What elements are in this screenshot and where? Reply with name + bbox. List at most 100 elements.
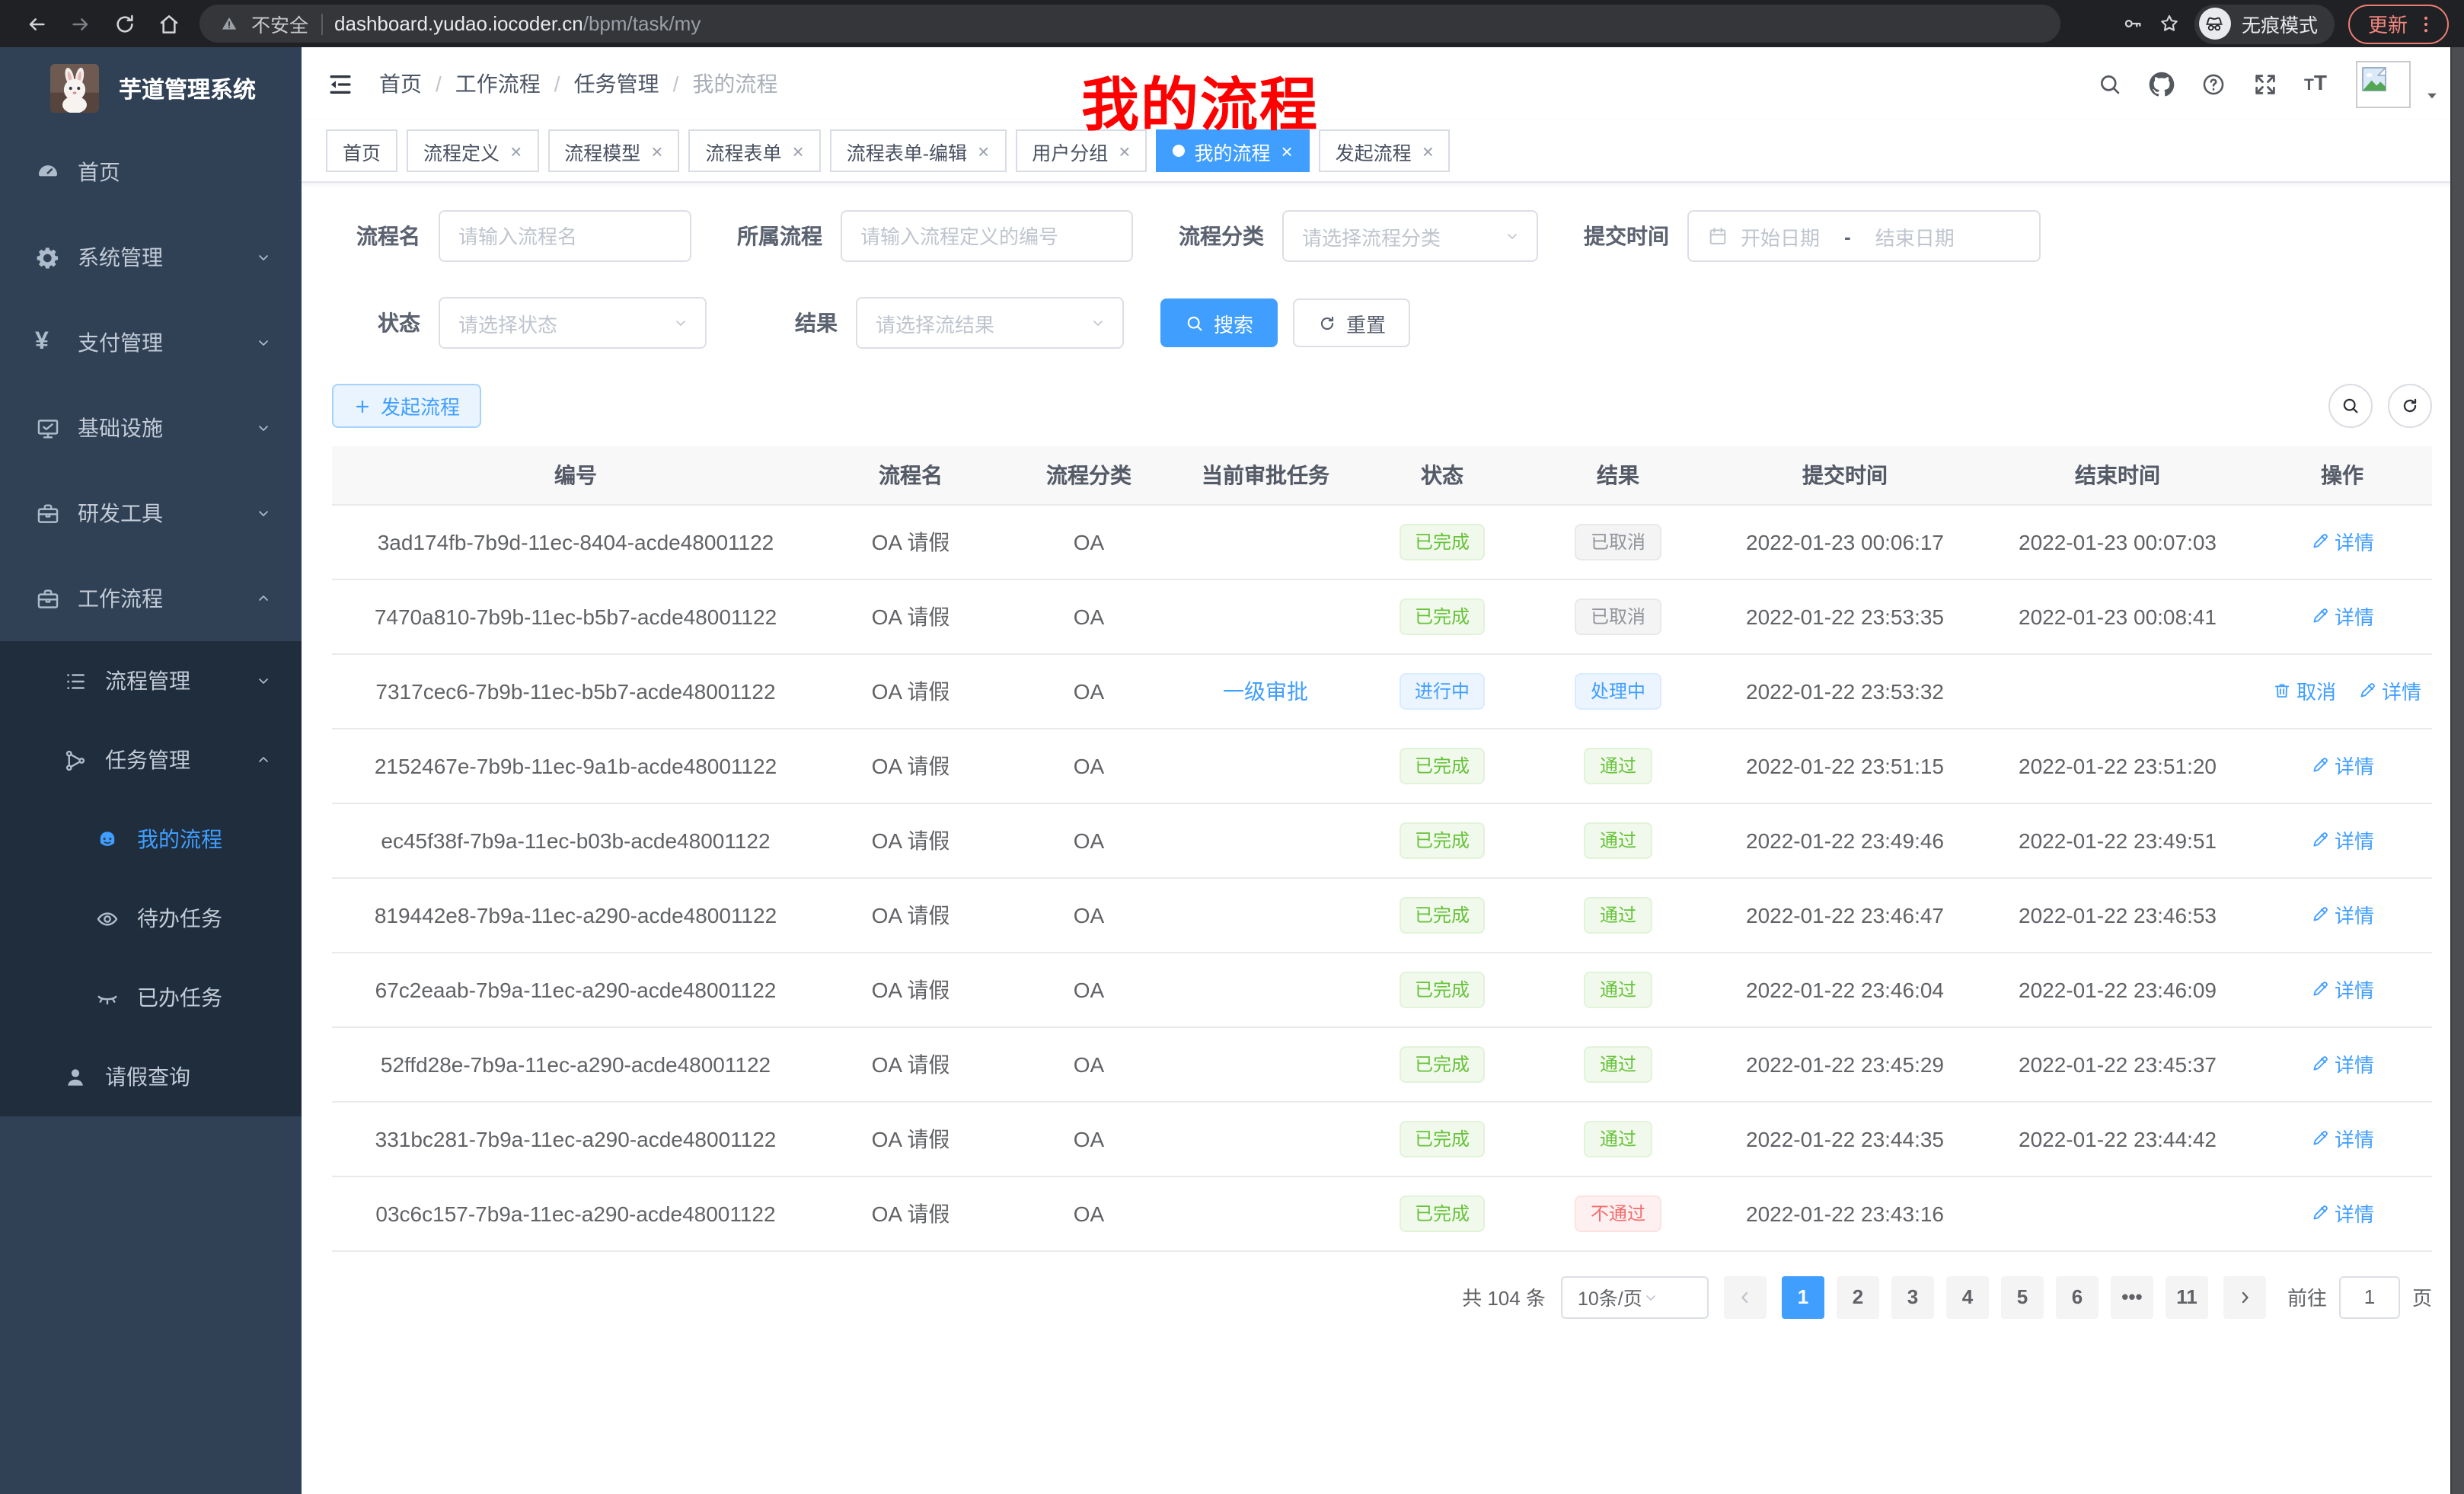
- fullscreen-icon[interactable]: [2252, 71, 2278, 97]
- reset-button[interactable]: 重置: [1293, 298, 1410, 347]
- tab-process-form-edit[interactable]: 流程表单-编辑×: [830, 129, 1007, 172]
- pagination-page-3[interactable]: 3: [1891, 1275, 1934, 1318]
- pagination-page-5[interactable]: 5: [2001, 1275, 2044, 1318]
- tab-process-model[interactable]: 流程模型×: [547, 129, 679, 172]
- sidebar-item-task-mgmt[interactable]: 任务管理: [0, 720, 302, 800]
- result-badge: 通过: [1585, 1045, 1652, 1082]
- detail-link[interactable]: 详情: [2310, 975, 2374, 1004]
- breadcrumb-item[interactable]: 工作流程: [455, 69, 541, 99]
- avatar[interactable]: [2356, 60, 2411, 107]
- github-icon[interactable]: [2149, 71, 2175, 97]
- browser-home-button[interactable]: [148, 4, 189, 43]
- pagination-page-2[interactable]: 2: [1837, 1275, 1879, 1318]
- pagination-page-1[interactable]: 1: [1782, 1275, 1824, 1318]
- refresh-table-button[interactable]: [2388, 384, 2432, 428]
- sidebar-item-label: 流程管理: [105, 666, 190, 696]
- sidebar-item-workflow[interactable]: 工作流程: [0, 556, 302, 641]
- detail-link[interactable]: 详情: [2310, 1049, 2374, 1078]
- window-scrollbar[interactable]: [2450, 47, 2464, 1494]
- bookmark-star-icon[interactable]: [2158, 12, 2181, 35]
- tab-process-definition[interactable]: 流程定义×: [407, 129, 538, 172]
- tab-close-icon[interactable]: ×: [978, 141, 989, 161]
- process-name-input[interactable]: [439, 210, 691, 262]
- detail-link[interactable]: 详情: [2310, 602, 2374, 630]
- collapse-icon: [326, 69, 355, 98]
- submit-time-range-picker[interactable]: 开始日期 - 结束日期: [1687, 210, 2041, 262]
- pagination-page-4[interactable]: 4: [1946, 1275, 1989, 1318]
- pagination-page-6[interactable]: 6: [2056, 1275, 2099, 1318]
- sidebar-item-leave-query[interactable]: 请假查询: [0, 1037, 302, 1116]
- cell-id: 03c6c157-7b9a-11ec-a290-acde48001122: [332, 1176, 819, 1250]
- password-key-icon[interactable]: [2121, 12, 2144, 35]
- cancel-link[interactable]: 取消: [2272, 676, 2336, 705]
- tab-close-icon[interactable]: ×: [1422, 141, 1434, 161]
- cell-id: 52ffd28e-7b9a-11ec-a290-acde48001122: [332, 1026, 819, 1101]
- status-select[interactable]: 请选择状态: [439, 297, 707, 349]
- browser-forward-button[interactable]: [59, 4, 101, 43]
- sidebar-item-process-mgmt[interactable]: 流程管理: [0, 641, 302, 720]
- detail-link[interactable]: 详情: [2310, 527, 2374, 556]
- breadcrumb: 首页/工作流程/任务管理/我的流程: [379, 69, 777, 99]
- detail-link[interactable]: 详情: [2310, 751, 2374, 780]
- detail-link[interactable]: 详情: [2310, 1199, 2374, 1227]
- breadcrumb-item[interactable]: 首页: [379, 69, 422, 99]
- process-definition-input[interactable]: [841, 210, 1133, 262]
- current-task-link[interactable]: 一级审批: [1223, 678, 1308, 703]
- help-icon[interactable]: [2201, 71, 2226, 97]
- sidebar-item-devtools[interactable]: 研发工具: [0, 471, 302, 556]
- tab-close-icon[interactable]: ×: [651, 141, 662, 161]
- pagination-ellipsis[interactable]: •••: [2111, 1275, 2153, 1318]
- sidebar-collapse-icon[interactable]: [326, 69, 355, 98]
- pagination-next-button[interactable]: [2223, 1275, 2266, 1318]
- arrow-right-nav-icon: [68, 11, 92, 36]
- cell-id: 331bc281-7b9a-11ec-a290-acde48001122: [332, 1101, 819, 1176]
- start-process-button[interactable]: 发起流程: [332, 384, 481, 428]
- cell-submit-time: 2022-01-22 23:53:35: [1707, 579, 1983, 653]
- browser-update-button[interactable]: 更新: [2348, 4, 2449, 43]
- tab-close-icon[interactable]: ×: [793, 141, 804, 161]
- browser-back-button[interactable]: [15, 4, 56, 43]
- result-badge: 通过: [1585, 1120, 1652, 1157]
- sidebar-item-done-tasks[interactable]: 已办任务: [0, 958, 302, 1037]
- browser-reload-button[interactable]: [104, 4, 145, 43]
- tab-close-icon[interactable]: ×: [1119, 141, 1130, 161]
- filter-buttons: 搜索 重置: [1160, 298, 1410, 347]
- breadcrumb-separator: /: [673, 72, 679, 96]
- tab-start-process[interactable]: 发起流程×: [1319, 129, 1451, 172]
- tab-close-icon[interactable]: ×: [1281, 141, 1292, 161]
- goto-page-input[interactable]: [2339, 1275, 2400, 1318]
- show-search-button[interactable]: [2328, 384, 2373, 428]
- sidebar-item-infrastructure[interactable]: 基础设施: [0, 385, 302, 471]
- detail-link[interactable]: 详情: [2310, 900, 2374, 929]
- sidebar-item-payment[interactable]: ¥支付管理: [0, 300, 302, 385]
- process-definition-label: 所属流程: [728, 221, 822, 251]
- sidebar-logo-row[interactable]: 芋道管理系统: [0, 47, 302, 129]
- breadcrumb-item[interactable]: 任务管理: [574, 69, 659, 99]
- search-button[interactable]: 搜索: [1160, 298, 1278, 347]
- pagination-page-11[interactable]: 11: [2166, 1275, 2208, 1318]
- font-size-icon[interactable]: TT: [2304, 71, 2330, 97]
- column-header: 结果: [1529, 446, 1707, 504]
- sidebar-item-system[interactable]: 系统管理: [0, 215, 302, 300]
- process-category-select[interactable]: 请选择流程分类: [1282, 210, 1538, 262]
- detail-link[interactable]: 详情: [2310, 825, 2374, 854]
- url-text[interactable]: dashboard.yudao.iocoder.cn/bpm/task/my: [334, 12, 701, 35]
- sidebar-item-home[interactable]: 首页: [0, 129, 302, 215]
- page-size-select[interactable]: 10条/页: [1561, 1275, 1709, 1318]
- detail-link[interactable]: 详情: [2357, 676, 2421, 705]
- pagination-prev-button[interactable]: [1724, 1275, 1767, 1318]
- sidebar-item-todo-tasks[interactable]: 待办任务: [0, 879, 302, 958]
- security-label[interactable]: 不安全: [251, 9, 308, 38]
- tab-close-icon[interactable]: ×: [510, 141, 522, 161]
- avatar-dropdown-caret-icon[interactable]: [2424, 88, 2440, 104]
- robot-icon: [94, 826, 120, 852]
- sidebar-item-my-process[interactable]: 我的流程: [0, 800, 302, 879]
- search-icon[interactable]: [2097, 71, 2123, 97]
- browser-menu-icon[interactable]: [2415, 13, 2437, 34]
- tab-process-form[interactable]: 流程表单×: [688, 129, 820, 172]
- address-bar[interactable]: 不安全 dashboard.yudao.iocoder.cn/bpm/task/…: [199, 5, 2060, 43]
- tab-home[interactable]: 首页: [326, 129, 397, 172]
- result-select[interactable]: 请选择流结果: [856, 297, 1124, 349]
- detail-link[interactable]: 详情: [2310, 1124, 2374, 1153]
- cell-category: OA: [1002, 952, 1176, 1026]
